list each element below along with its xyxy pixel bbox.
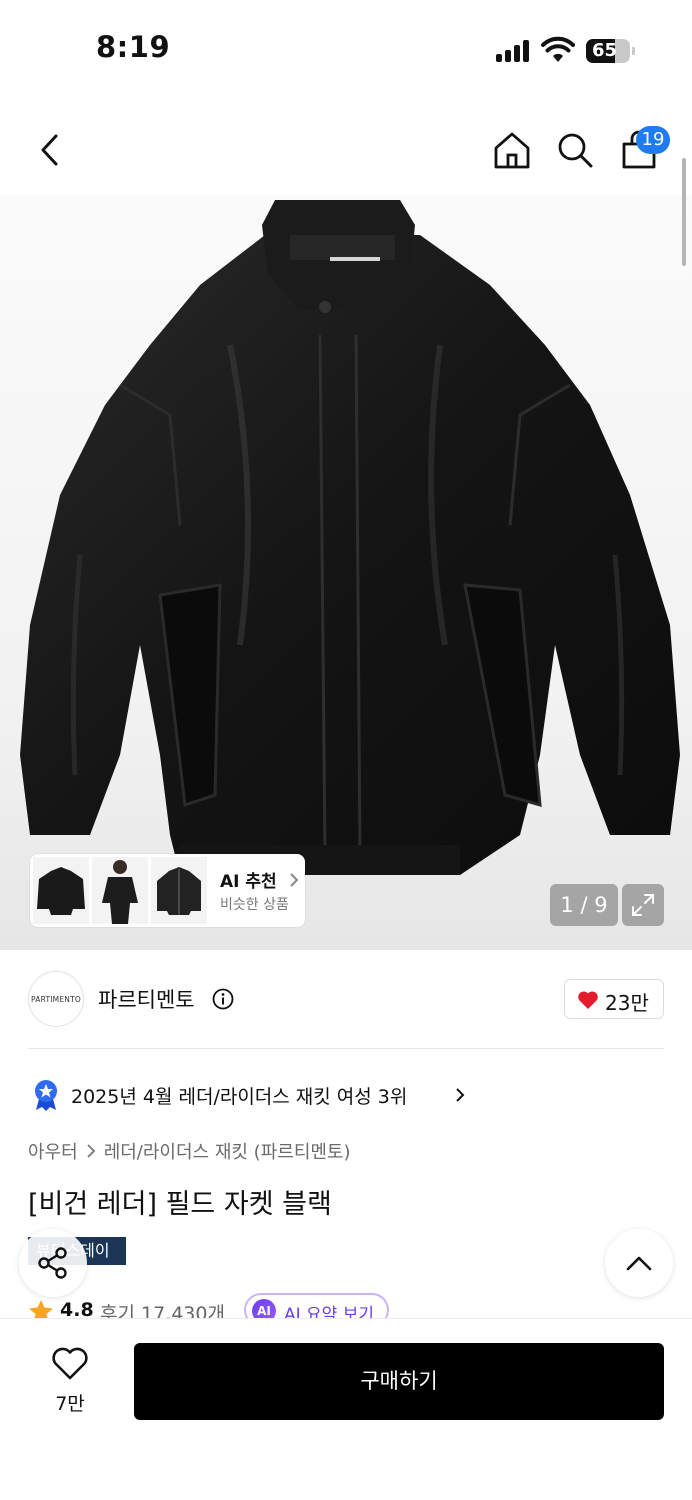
cellular-signal-icon: [496, 40, 532, 62]
wifi-icon: [541, 36, 575, 62]
status-time: 8:19: [96, 30, 171, 64]
image-counter: 1 / 9: [550, 884, 618, 926]
chevron-right-icon: [456, 1088, 465, 1102]
search-icon: [558, 133, 593, 168]
expand-icon: [632, 894, 654, 916]
back-button[interactable]: [28, 128, 72, 172]
chevron-right-icon: [289, 873, 299, 887]
brand-row: PARTIMENTO 파르티멘토 23만: [28, 970, 664, 1030]
ranking-medal-icon: [35, 1080, 57, 1111]
ai-recommend-subtitle: 비슷한 상품: [220, 897, 289, 913]
brand-name[interactable]: 파르티멘토: [98, 984, 195, 1014]
ranking-text: 2025년 4월 레더/라이더스 재킷 여성 3위: [71, 1086, 408, 1108]
brand-logo[interactable]: PARTIMENTO: [28, 971, 84, 1027]
search-button[interactable]: [553, 128, 597, 172]
product-title: [비건 레더] 필드 자켓 블랙: [28, 1189, 332, 1220]
cart-count-badge: 19: [636, 126, 670, 154]
brand-like-button[interactable]: 23만: [564, 979, 664, 1019]
wishlist-button[interactable]: 7만: [30, 1347, 110, 1421]
page-scrollbar[interactable]: [682, 158, 686, 266]
info-icon[interactable]: [212, 988, 234, 1010]
heart-outline-icon: [52, 1347, 88, 1380]
breadcrumb-subcategory[interactable]: 레더/라이더스 재킷 (파르티멘토): [104, 1138, 351, 1164]
recommend-thumbnail[interactable]: [92, 857, 148, 924]
ai-recommend-card[interactable]: AI 추천 비슷한 상품: [30, 854, 305, 927]
ai-recommend-title: AI 추천: [220, 867, 299, 892]
brand-like-count: 23만: [605, 991, 649, 1015]
chevron-up-icon: [626, 1256, 652, 1271]
battery-percent: 65: [592, 40, 618, 61]
chevron-right-icon: [87, 1144, 95, 1158]
ranking-link[interactable]: 2025년 4월 레더/라이더스 재킷 여성 3위: [28, 1075, 588, 1115]
recommend-thumbnail[interactable]: [33, 857, 89, 924]
expand-image-button[interactable]: [622, 884, 664, 926]
jacket-image: [20, 200, 680, 875]
top-nav: [0, 110, 692, 190]
bottom-action-bar: 7만 구매하기: [0, 1318, 692, 1500]
wishlist-count: 7만: [55, 1393, 85, 1415]
chevron-left-icon: [41, 134, 58, 166]
product-detail-page: 8:19 65 19 AI 추천 비슷한 상품 1 / 9 PARTIMENTO…: [0, 0, 692, 1500]
heart-filled-icon: [578, 991, 598, 1009]
home-button[interactable]: [490, 128, 534, 172]
share-icon: [38, 1247, 67, 1279]
share-button[interactable]: [19, 1229, 87, 1297]
home-icon: [494, 132, 530, 169]
battery-icon: 65: [586, 39, 635, 63]
scroll-to-top-button[interactable]: [605, 1229, 673, 1297]
status-bar: 8:19 65: [0, 0, 692, 100]
product-image[interactable]: [0, 195, 692, 950]
breadcrumb-category[interactable]: 아우터: [28, 1138, 78, 1164]
breadcrumb: 아우터 레더/라이더스 재킷 (파르티멘토): [28, 1136, 351, 1166]
divider: [28, 1048, 664, 1049]
recommend-thumbnail[interactable]: [151, 857, 207, 924]
buy-button[interactable]: 구매하기: [134, 1343, 664, 1420]
